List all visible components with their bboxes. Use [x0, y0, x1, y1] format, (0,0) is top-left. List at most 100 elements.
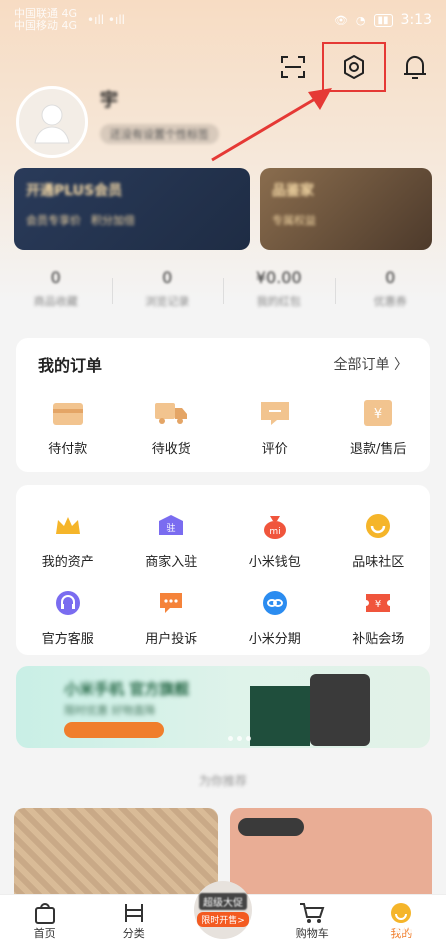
banner-product-box [250, 686, 310, 746]
status-clock: 3:13 [400, 12, 432, 28]
carrier-2: 中国移动 4G [14, 19, 78, 32]
scan-icon[interactable] [276, 50, 310, 84]
stat-label: 商品收藏 [33, 295, 78, 308]
wallet-icon [51, 398, 85, 428]
service-label: 商家入驻 [145, 555, 198, 570]
tab-label: 首页 [33, 927, 56, 940]
orders-grid: 待付款 待收货 评价 ¥ 退款/售后 [16, 398, 430, 457]
battery-icon: ▮▮ [373, 13, 393, 27]
svg-text:驻: 驻 [167, 523, 176, 534]
tab-category[interactable]: 分类 [89, 895, 178, 944]
promo-top-text: 超级大促 [199, 893, 247, 910]
services-grid: 我的资产 驻 商家入驻 mi 小米钱包 品味社区 官方客服 用户投诉 小米分期 … [16, 485, 430, 647]
watermark-text: Baidu [379, 917, 442, 938]
service-mi-wallet[interactable]: mi 小米钱包 [223, 511, 327, 570]
orders-header: 我的订单 全部订单 〉 [16, 338, 430, 376]
service-label: 品味社区 [352, 555, 405, 570]
stat-label: 浏览记录 [145, 295, 190, 308]
refund-icon: ¥ [361, 398, 395, 428]
tab-cart[interactable]: 购物车 [268, 895, 357, 944]
bell-icon[interactable] [398, 50, 432, 84]
order-label: 待付款 [48, 442, 88, 457]
vip-card-perks: 会员专享价 积分加倍 [26, 212, 238, 228]
stat-value: 0 [162, 268, 173, 287]
service-label: 我的资产 [41, 555, 94, 570]
svg-text:mi: mi [269, 527, 280, 537]
vip-card-title: 开通PLUS会员 [26, 183, 123, 199]
tab-label: 分类 [122, 927, 145, 940]
user-tag[interactable]: 还没有设置个性标签 [100, 124, 219, 144]
stat-label: 我的红包 [256, 295, 301, 308]
truck-icon [154, 398, 188, 428]
wallet-bag-icon: mi [258, 511, 292, 541]
service-customer-service[interactable]: 官方客服 [16, 588, 120, 647]
service-installments[interactable]: 小米分期 [223, 588, 327, 647]
stat-label: 优惠券 [373, 295, 407, 308]
stat-value: ¥0.00 [255, 268, 302, 287]
stat-red-packet[interactable]: ¥0.00 我的红包 [223, 268, 335, 309]
vip-card-plus[interactable]: 开通PLUS会员 会员专享价 积分加倍 [14, 168, 250, 250]
service-label: 官方客服 [41, 632, 94, 647]
order-label: 退款/售后 [350, 442, 407, 457]
order-label: 评价 [261, 442, 288, 457]
signal-indicator: •ıll •ıll [87, 13, 126, 27]
service-label: 补贴会场 [352, 632, 405, 647]
tab-promo[interactable]: 超级大促 限时开售> [178, 881, 267, 944]
username: 宇 [100, 90, 118, 111]
orders-card: 我的订单 全部订单 〉 待付款 待收货 评价 ¥ 退款/售后 [16, 338, 430, 472]
vip-card-connoisseur[interactable]: 品鉴家 专属权益 [260, 168, 432, 250]
banner-cta-button[interactable] [64, 722, 164, 738]
carrier-info: 中国联通 4G 中国移动 4G [14, 8, 77, 32]
link-icon [258, 588, 292, 618]
order-label: 待收货 [151, 442, 191, 457]
promo-bottom-text: 限时开售> [197, 912, 249, 927]
chevron-right-icon: 〉 [394, 357, 408, 373]
comment-icon [258, 398, 292, 428]
service-community[interactable]: 品味社区 [327, 511, 431, 570]
order-refund[interactable]: ¥ 退款/售后 [327, 398, 431, 457]
tab-label: 购物车 [295, 927, 329, 940]
gear-icon[interactable] [322, 42, 386, 92]
service-label: 小米分期 [248, 632, 301, 647]
stat-coupons[interactable]: 0 优惠券 [334, 268, 446, 309]
all-orders-label: 全部订单 [333, 357, 390, 373]
feed-tag [238, 818, 304, 836]
ticket-icon: ¥ [361, 588, 395, 618]
all-orders-link[interactable]: 全部订单 〉 [334, 354, 408, 374]
stat-value: 0 [385, 268, 396, 287]
services-card: 我的资产 驻 商家入驻 mi 小米钱包 品味社区 官方客服 用户投诉 小米分期 … [16, 485, 430, 655]
svg-text:¥: ¥ [374, 407, 382, 422]
service-complaint[interactable]: 用户投诉 [120, 588, 224, 647]
vip-perk: 会员专享价 [26, 214, 81, 227]
promo-icon[interactable]: 超级大促 限时开售> [194, 881, 252, 939]
stat-value: 0 [50, 268, 61, 287]
headset-icon [51, 588, 85, 618]
home-bag-icon [31, 901, 59, 925]
feed-item[interactable] [14, 808, 218, 908]
service-label: 小米钱包 [248, 555, 301, 570]
banner-subtitle: 限时优惠 好物直降 [64, 704, 156, 717]
vip-card-title: 品鉴家 [272, 183, 314, 199]
tab-bar: 首页 分类 超级大促 限时开售> 购物车 我的 Baidu [0, 881, 446, 944]
order-review[interactable]: 评价 [223, 398, 327, 457]
orders-title: 我的订单 [38, 356, 103, 375]
service-my-assets[interactable]: 我的资产 [16, 511, 120, 570]
stats-row: 0 商品收藏 0 浏览记录 ¥0.00 我的红包 0 优惠券 [0, 268, 446, 309]
stat-history[interactable]: 0 浏览记录 [111, 268, 224, 309]
stat-favorites[interactable]: 0 商品收藏 [0, 268, 112, 309]
recommend-label: 为你推荐 [198, 774, 247, 788]
feed-item[interactable] [230, 808, 432, 908]
order-pending-payment[interactable]: 待付款 [16, 398, 120, 457]
tab-home[interactable]: 首页 [0, 895, 89, 944]
service-subsidy[interactable]: ¥ 补贴会场 [327, 588, 431, 647]
crown-icon [51, 511, 85, 541]
service-merchant-join[interactable]: 驻 商家入驻 [120, 511, 224, 570]
cart-icon [298, 901, 326, 925]
status-bar: 中国联通 4G 中国移动 4G •ıll •ıll 👁 ◔ ▮▮ 3:13 [0, 0, 446, 40]
order-pending-receipt[interactable]: 待收货 [120, 398, 224, 457]
category-icon [120, 901, 148, 925]
promo-banner[interactable]: 小米手机 官方旗舰 限时优惠 好物直降 [16, 666, 430, 748]
header-actions [276, 42, 432, 92]
eye-icon: 👁 [333, 13, 348, 27]
avatar[interactable] [16, 86, 88, 158]
